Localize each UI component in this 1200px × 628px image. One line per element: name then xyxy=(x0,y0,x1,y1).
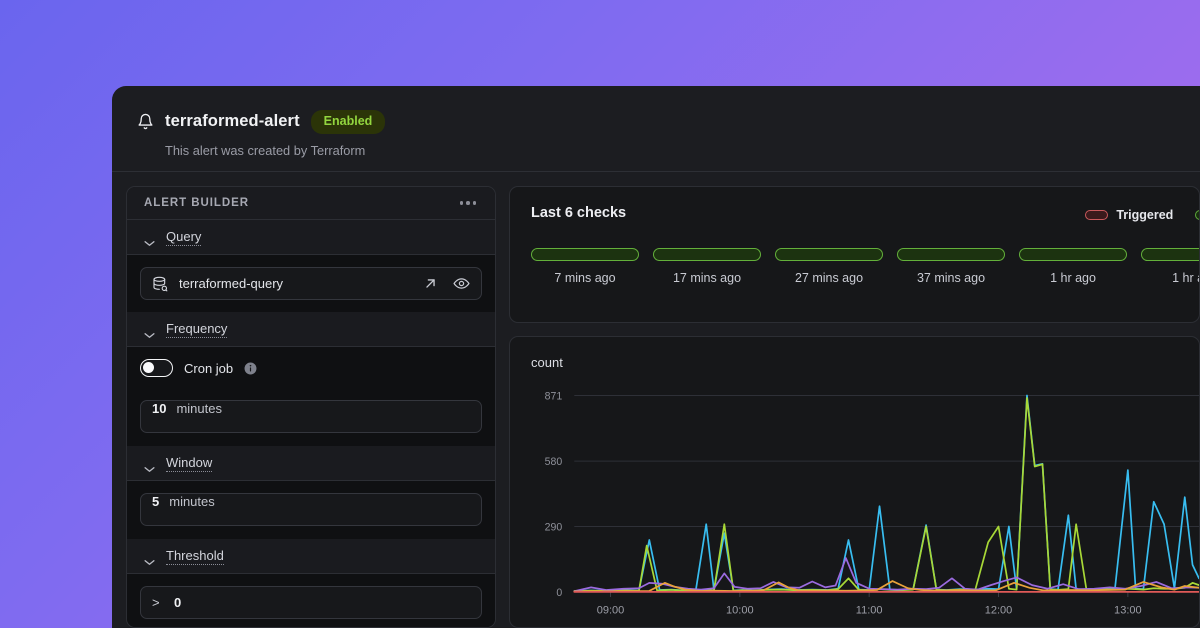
check-item: 17 mins ago xyxy=(653,248,761,285)
threshold-value: 0 xyxy=(174,595,181,610)
frequency-field-wrap: 10 minutes xyxy=(127,388,495,446)
eye-icon[interactable] xyxy=(453,275,470,292)
chart-line-series-cyan xyxy=(574,396,1199,591)
last-checks-panel: Last 6 checks Triggered Ok 7 mins ago 17 m… xyxy=(509,186,1200,323)
chevron-down-icon xyxy=(144,460,155,467)
query-field[interactable]: terraformed-query xyxy=(140,267,482,300)
check-item: 1 hr ago xyxy=(1141,248,1200,285)
chart-svg: 0 290 580 871 09:00 10:00 11:00 12:00 13:00 xyxy=(510,379,1199,627)
chart-y-tick: 871 xyxy=(545,391,563,403)
check-timestamp: 37 mins ago xyxy=(897,271,1005,285)
page-body: ALERT BUILDER Query xyxy=(112,172,1200,628)
alert-builder-title: ALERT BUILDER xyxy=(144,197,249,209)
section-header-threshold[interactable]: Threshold xyxy=(127,539,495,574)
checks-title: Last 6 checks xyxy=(531,205,626,221)
cron-job-toggle[interactable] xyxy=(140,359,173,377)
bell-icon xyxy=(137,113,154,130)
chart-y-tick: 580 xyxy=(545,456,563,468)
legend-item-triggered: Triggered xyxy=(1085,208,1173,222)
chart-x-tick: 11:00 xyxy=(856,604,883,616)
legend-label-triggered: Triggered xyxy=(1116,208,1173,222)
legend-swatch-triggered xyxy=(1085,210,1108,220)
title-row: terraformed-alert Enabled xyxy=(112,86,1200,134)
window-field-wrap: 5 minutes xyxy=(127,481,495,539)
query-field-wrap: terraformed-query xyxy=(127,255,495,312)
check-bar[interactable] xyxy=(531,248,639,261)
window-field[interactable]: 5 minutes xyxy=(140,493,482,526)
check-timestamp: 1 hr ago xyxy=(1141,271,1200,285)
checks-strip: 7 mins ago 17 mins ago 27 mins ago 37 mins … xyxy=(531,248,1199,285)
frequency-field[interactable]: 10 minutes xyxy=(140,400,482,433)
section-header-window[interactable]: Window xyxy=(127,446,495,481)
right-column: Last 6 checks Triggered Ok 7 mins ago 17 m… xyxy=(509,186,1200,628)
check-bar[interactable] xyxy=(653,248,761,261)
alert-detail-window: terraformed-alert Enabled This alert was… xyxy=(112,86,1200,628)
chart-y-axis-title: count xyxy=(531,355,1199,370)
chevron-down-icon xyxy=(144,234,155,241)
chart-x-tick: 09:00 xyxy=(597,604,625,616)
window-unit: minutes xyxy=(169,494,215,509)
alert-builder-header: ALERT BUILDER xyxy=(127,187,495,220)
chart-y-tick: 290 xyxy=(545,522,563,534)
section-header-query[interactable]: Query xyxy=(127,220,495,255)
page-title: terraformed-alert xyxy=(165,112,300,131)
metrics-chart-panel: count 0 290 580 871 09:00 10:00 11:00 12:00 13:0… xyxy=(509,336,1200,628)
info-icon[interactable] xyxy=(244,362,257,375)
page-header: terraformed-alert Enabled This alert was… xyxy=(112,86,1200,172)
threshold-field-wrap: > 0 xyxy=(127,574,495,628)
query-name: terraformed-query xyxy=(179,276,408,291)
status-badge: Enabled xyxy=(311,110,386,134)
check-timestamp: 7 mins ago xyxy=(531,271,639,285)
chart-plot-area: 0 290 580 871 09:00 10:00 11:00 12:00 13:00 xyxy=(510,379,1199,627)
chart-x-tick: 13:00 xyxy=(1114,604,1142,616)
alert-builder-panel: ALERT BUILDER Query xyxy=(126,186,496,628)
section-header-frequency[interactable]: Frequency xyxy=(127,312,495,347)
check-item: 1 hr ago xyxy=(1019,248,1127,285)
threshold-field[interactable]: > 0 xyxy=(140,586,482,619)
section-label-frequency: Frequency xyxy=(166,321,227,338)
check-bar[interactable] xyxy=(1141,248,1200,261)
chevron-down-icon xyxy=(144,326,155,333)
more-horizontal-icon[interactable] xyxy=(458,195,479,211)
check-item: 27 mins ago xyxy=(775,248,883,285)
check-bar[interactable] xyxy=(1019,248,1127,261)
check-timestamp: 27 mins ago xyxy=(775,271,883,285)
section-label-window: Window xyxy=(166,455,212,472)
legend-item-ok: Ok xyxy=(1195,208,1200,222)
section-label-threshold: Threshold xyxy=(166,548,224,565)
chart-x-tick: 10:00 xyxy=(726,604,754,616)
chart-y-tick: 0 xyxy=(556,587,562,599)
check-timestamp: 1 hr ago xyxy=(1019,271,1127,285)
database-query-icon xyxy=(152,276,168,292)
legend-swatch-ok xyxy=(1195,210,1200,220)
check-item: 7 mins ago xyxy=(531,248,639,285)
chevron-down-icon xyxy=(144,553,155,560)
check-bar[interactable] xyxy=(775,248,883,261)
frequency-unit: minutes xyxy=(176,401,222,416)
checks-legend: Triggered Ok xyxy=(1085,208,1200,222)
check-item: 37 mins ago xyxy=(897,248,1005,285)
threshold-operator: > xyxy=(152,595,174,610)
check-bar[interactable] xyxy=(897,248,1005,261)
window-value: 5 xyxy=(152,494,159,509)
page-subtitle: This alert was created by Terraform xyxy=(112,134,1200,158)
cron-job-label: Cron job xyxy=(184,361,233,376)
section-label-query: Query xyxy=(166,229,201,246)
cron-job-row: Cron job xyxy=(127,347,495,388)
chart-x-tick: 12:00 xyxy=(985,604,1013,616)
frequency-value: 10 xyxy=(152,401,166,416)
external-link-icon[interactable] xyxy=(422,275,439,292)
check-timestamp: 17 mins ago xyxy=(653,271,761,285)
